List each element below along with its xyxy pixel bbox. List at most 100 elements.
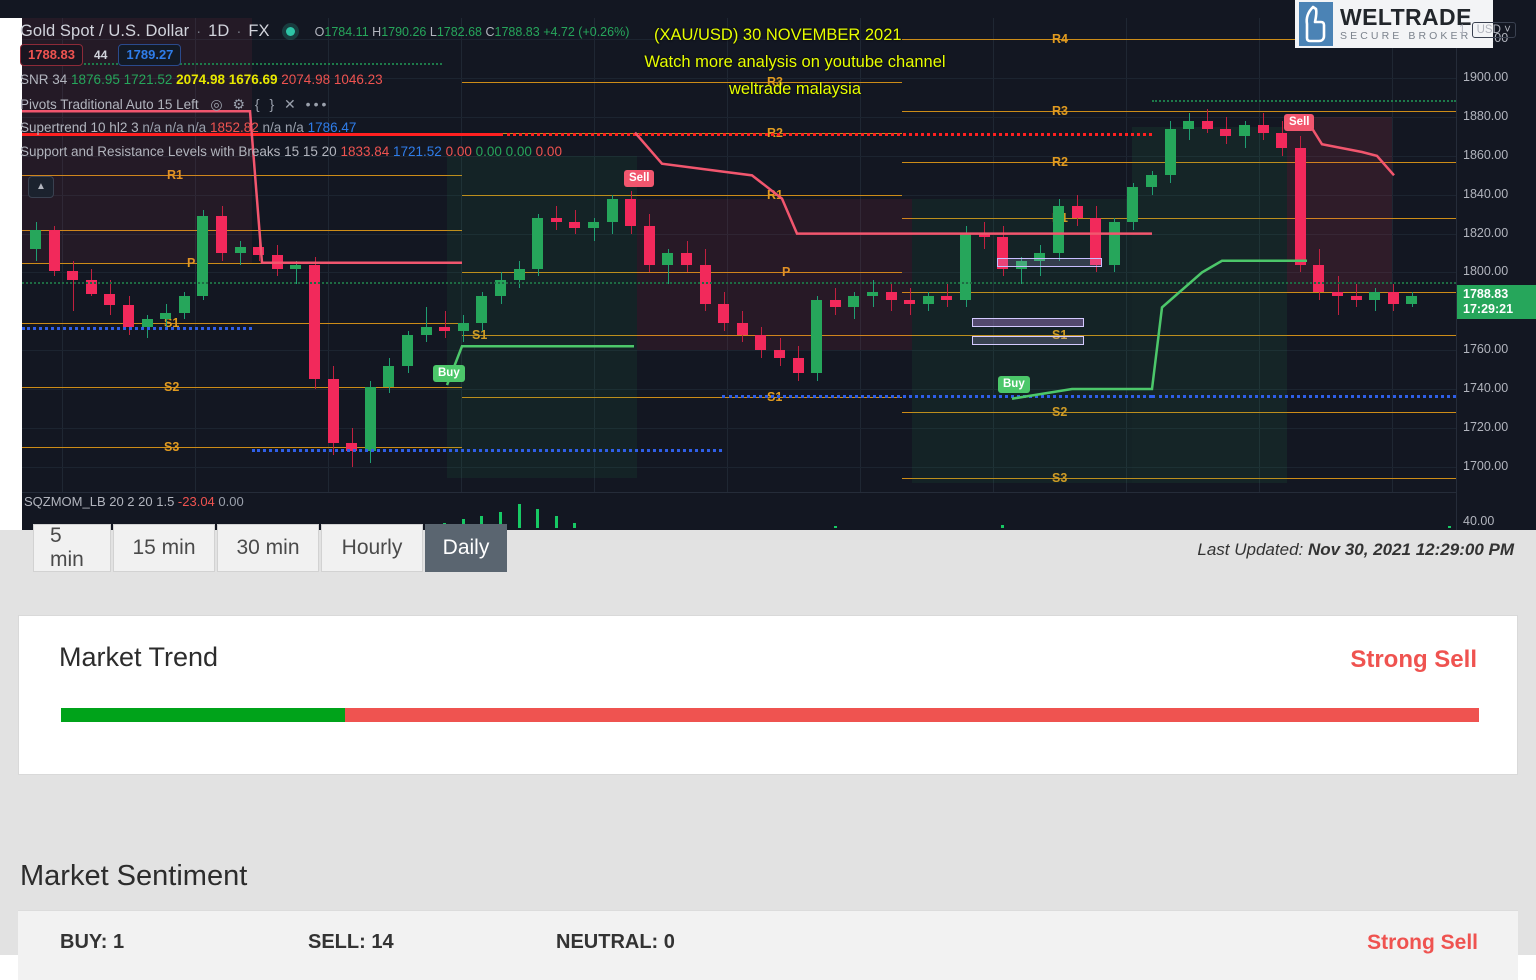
sell-signal-marker: Sell <box>1284 114 1315 131</box>
current-price-value: 1788.83 <box>1463 287 1509 302</box>
ohlc-l: 1782.68 <box>436 25 482 39</box>
logo-brand: WELTRADE <box>1340 3 1472 30</box>
currency-selector[interactable]: 1 USD ˅ <box>1459 22 1516 38</box>
currency-qty: 1 <box>1459 24 1466 36</box>
squeeze-histogram-bar <box>1001 525 1005 528</box>
indicator-row[interactable]: Pivots Traditional Auto 15 Left ◎ ⚙ { } … <box>20 92 629 116</box>
candle-body <box>271 254 283 269</box>
ohlc-o-label: O <box>314 25 325 39</box>
indicator-value: 0.00 <box>445 144 476 159</box>
candle-body <box>774 350 785 358</box>
tab-15-min[interactable]: 15 min <box>113 524 215 572</box>
sentiment-sell-count: SELL: 14 <box>308 931 394 953</box>
candle-wick <box>444 311 446 339</box>
candle-body <box>513 268 525 281</box>
indicator-legend-list: SNR 34 1876.95 1721.52 2074.98 1676.69 2… <box>20 68 629 164</box>
indicator-value: 1721.52 <box>393 144 446 159</box>
candle-body <box>123 305 134 327</box>
indicator-value: n/a <box>262 120 286 135</box>
tradingview-chart[interactable]: R1PS1S2S3R3R2R1PS1S1R4R3R2R1S1S2S3 SellB… <box>0 0 1536 530</box>
candle-body <box>1201 120 1213 129</box>
candle-body <box>1053 206 1064 254</box>
indicator-line <box>722 394 1152 398</box>
tab-30-min[interactable]: 30 min <box>217 524 319 572</box>
support-resistance-box <box>972 336 1084 345</box>
candle-body <box>1220 128 1232 137</box>
candle-body <box>662 253 674 265</box>
candle-body <box>588 221 599 228</box>
sell-signal-marker: Sell <box>624 170 655 187</box>
candle-body <box>736 322 748 335</box>
candle-body <box>420 326 432 335</box>
indicator-line <box>252 449 722 453</box>
market-trend-title: Market Trend <box>59 642 219 672</box>
squeeze-histogram-bar <box>554 516 558 528</box>
symbol-name[interactable]: Gold Spot / U.S. Dollar <box>20 22 189 40</box>
last-updated: Last Updated: Nov 30, 2021 12:29:00 PM <box>1197 540 1514 560</box>
squeeze-value2: 0.00 <box>218 494 244 509</box>
chart-left-gutter <box>0 18 22 530</box>
tab-daily[interactable]: Daily <box>425 524 507 572</box>
price-scale[interactable]: 1920.001900.001880.001860.001840.001820.… <box>1456 18 1536 530</box>
pivot-level-label: R3 <box>1052 104 1068 119</box>
price-tick-label: 1740.00 <box>1463 380 1509 395</box>
supertrend-zone <box>637 198 912 351</box>
currency-code: USD <box>1476 24 1501 36</box>
vertical-gridline <box>1392 18 1393 530</box>
indicator-row[interactable]: SNR 34 1876.95 1721.52 2074.98 1676.69 2… <box>20 68 629 92</box>
indicator-row[interactable]: Support and Resistance Levels with Break… <box>20 140 629 164</box>
squeeze-value: -23.04 <box>177 494 215 509</box>
pivot-level-label: R2 <box>1052 154 1068 169</box>
last-updated-label: Last Updated: <box>1197 540 1304 559</box>
ohlc-o: 1784.11 <box>324 25 369 39</box>
indicator-toolbar-icons[interactable]: ◎ ⚙ { } ✕ ••• <box>210 96 329 112</box>
candle-body <box>569 221 581 228</box>
candle-body <box>1164 128 1176 176</box>
ohlc-c-label: C <box>485 25 495 39</box>
candle-body <box>178 295 190 314</box>
price-tick-label: 1720.00 <box>1463 419 1509 434</box>
candle-body <box>867 291 878 296</box>
pivot-level-line <box>22 262 462 264</box>
candle-body <box>922 295 934 304</box>
chart-exchange: FX <box>248 22 270 40</box>
squeeze-histogram-bar <box>536 509 540 528</box>
indicator-value: 0.00 <box>475 144 506 159</box>
ask-price[interactable]: 1789.27 <box>118 44 182 66</box>
tab-5-min[interactable]: 5 min <box>33 524 111 572</box>
indicator-name: Pivots Traditional Auto 15 Left <box>20 97 203 112</box>
candle-body <box>532 218 544 269</box>
candle-body <box>402 334 413 366</box>
indicator-value: 0.00 <box>505 144 536 159</box>
candle-wick <box>240 241 242 265</box>
candle-body <box>1108 221 1120 265</box>
indicator-row[interactable]: Supertrend 10 hl2 3 n/a n/a n/a 1852.82 … <box>20 116 629 140</box>
candle-body <box>941 295 953 300</box>
candle-body <box>1127 186 1139 222</box>
pivot-level-label: S3 <box>164 440 180 455</box>
technical-analysis-panel: 5 min 15 min 30 min Hourly Daily Last Update… <box>0 524 1536 980</box>
market-sentiment-row: BUY: 1 SELL: 14 NEUTRAL: 0 Strong Sell <box>18 910 1518 980</box>
candle-body <box>457 322 469 331</box>
candle-body <box>1146 175 1157 187</box>
indicator-value: 1786.47 <box>307 120 357 135</box>
chart-interval[interactable]: 1D <box>208 22 229 40</box>
currency-dropdown[interactable]: USD ˅ <box>1471 22 1516 38</box>
indicator-value: 2074.98 <box>176 72 229 87</box>
price-tick-label: 1820.00 <box>1463 225 1509 240</box>
indicator-value: 1833.84 <box>340 144 394 159</box>
price-tick-label: 1800.00 <box>1463 264 1509 279</box>
candle-body <box>550 218 562 222</box>
sentiment-neutral-count: NEUTRAL: 0 <box>556 931 675 953</box>
candle-body <box>904 299 916 304</box>
candle-body <box>1406 295 1418 304</box>
candle-body <box>829 299 841 308</box>
indicator-value: 1721.52 <box>123 72 177 87</box>
bid-price[interactable]: 1788.83 <box>20 44 83 66</box>
chevron-up-icon[interactable]: ▲ <box>28 176 54 198</box>
candle-body <box>1332 291 1343 296</box>
tab-hourly[interactable]: Hourly <box>321 524 423 572</box>
candle-body <box>606 198 618 222</box>
squeeze-histogram-bar <box>573 523 577 528</box>
candle-body <box>1239 124 1250 137</box>
